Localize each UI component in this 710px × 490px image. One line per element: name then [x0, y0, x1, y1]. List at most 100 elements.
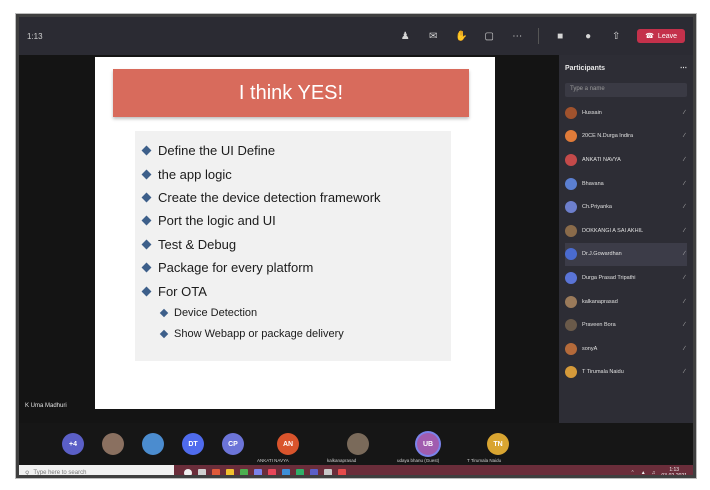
participant-video-tile[interactable]: kalkanaprasad — [323, 425, 393, 463]
participant-row[interactable]: Praveen Bora ∕ — [565, 313, 687, 337]
participant-tile[interactable]: DT — [173, 425, 213, 463]
participant-row[interactable]: Bhavana ∕ — [565, 172, 687, 196]
avatar: TN — [487, 433, 509, 455]
file-explorer-icon[interactable] — [226, 469, 234, 475]
participant-search-input[interactable]: Type a name — [565, 83, 687, 97]
chat-icon[interactable]: ✉ — [426, 30, 440, 42]
participant-tile[interactable] — [93, 425, 133, 463]
app-icon[interactable] — [268, 469, 276, 475]
mic-muted-icon: ∕ — [683, 109, 685, 116]
mic-muted-icon: ∕ — [683, 251, 685, 258]
mic-muted-icon: ∕ — [683, 180, 685, 187]
participant-tile-name: udaya bhanu (Guest) — [397, 458, 440, 463]
avatar — [102, 433, 124, 455]
avatar — [565, 177, 577, 190]
avatar — [565, 106, 577, 119]
participant-tile[interactable] — [133, 425, 173, 463]
mic-muted-icon: ∕ — [683, 322, 685, 329]
mic-muted-icon: ∕ — [683, 298, 685, 305]
panel-more-icon[interactable]: ⋯ — [680, 64, 687, 72]
bullet-diamond-icon — [141, 169, 152, 180]
mic-muted-icon: ∕ — [683, 204, 685, 211]
rooms-icon[interactable]: ▢ — [482, 30, 496, 42]
avatar — [565, 342, 577, 355]
participant-row[interactable]: sonyA ∕ — [565, 337, 687, 361]
participant-tile[interactable]: +4 — [53, 425, 93, 463]
participant-video-tile[interactable]: AN ANKATI NAVYA — [253, 425, 323, 463]
bullet-diamond-icon — [141, 286, 152, 296]
mic-muted-icon: ∕ — [683, 345, 685, 352]
participant-name: ANKATI NAVYA — [582, 156, 621, 163]
participant-row[interactable]: DOKKANGI A SAI AKHIL ∕ — [565, 219, 687, 243]
avatar: +4 — [62, 433, 84, 455]
app-icon[interactable] — [282, 469, 290, 475]
taskbar-clock[interactable]: 1:13 03-02-2021 — [661, 467, 687, 475]
participant-row[interactable]: Durga Prasad Tripathi ∕ — [565, 266, 687, 290]
taskbar-search-input[interactable]: ⚲ Type here to search — [19, 465, 174, 477]
leave-label: Leave — [657, 32, 677, 40]
mic-icon[interactable]: ● — [581, 30, 595, 42]
camera-icon[interactable]: ■ — [553, 30, 567, 42]
app-icon[interactable] — [338, 469, 346, 475]
chevron-up-icon[interactable]: ⌃ — [631, 470, 635, 475]
system-tray: ⌃ ▲ ♫ 1:13 03-02-2021 — [631, 467, 693, 475]
participant-row[interactable]: T Tirumala Naidu ∕ — [565, 361, 687, 385]
avatar — [565, 248, 577, 261]
avatar — [565, 271, 577, 284]
search-icon: ⚲ — [25, 470, 30, 477]
mic-muted-icon: ∕ — [683, 133, 685, 140]
avatar — [565, 366, 577, 379]
bullet-diamond-icon — [141, 192, 152, 203]
leave-button[interactable]: ☎ Leave — [637, 29, 685, 43]
participant-name: DOKKANGI A SAI AKHIL — [582, 227, 644, 234]
participant-name: Praveen Bora — [582, 322, 616, 329]
mic-muted-icon: ∕ — [683, 156, 685, 163]
presenter-name: K Uma Madhuri — [25, 403, 67, 409]
avatar — [565, 319, 577, 332]
app-icon[interactable] — [296, 469, 304, 475]
avatar — [565, 224, 577, 237]
app-icon[interactable] — [254, 469, 262, 475]
participant-name: T Tirumala Naidu — [582, 369, 624, 376]
share-icon[interactable]: ⇧ — [609, 30, 623, 42]
network-icon[interactable]: ▲ — [641, 470, 646, 475]
bullet-diamond-icon — [141, 262, 152, 273]
participant-name: Hussain — [582, 109, 602, 116]
task-view-icon[interactable] — [198, 469, 206, 475]
hand-icon[interactable]: ✋ — [454, 30, 468, 42]
bullet-diamond-icon — [141, 215, 152, 226]
participant-tile[interactable]: CP — [213, 425, 253, 463]
teams-icon[interactable] — [310, 469, 318, 475]
cortana-icon[interactable] — [184, 469, 192, 475]
volume-icon[interactable]: ♫ — [652, 470, 656, 475]
app-icon[interactable] — [324, 469, 332, 475]
avatar — [565, 201, 577, 214]
slide-bullet: Create the device detection framework — [141, 186, 443, 209]
participant-video-tile[interactable]: UB udaya bhanu (Guest) — [393, 425, 463, 463]
bullet-diamond-icon — [159, 308, 169, 318]
slide-bullet: Port the logic and UI — [141, 209, 443, 232]
participant-row[interactable]: kalkanaprasad ∕ — [565, 290, 687, 314]
avatar — [565, 295, 577, 308]
more-icon[interactable]: ⋯ — [510, 30, 524, 42]
participant-row[interactable]: ANKATI NAVYA ∕ — [565, 148, 687, 172]
participant-name: Ch.Priyanka — [582, 204, 612, 211]
slide-bullet: For OTA — [141, 279, 443, 302]
taskbar-search-placeholder: Type here to search — [33, 470, 87, 476]
participant-tile-name: T Tirumala Naidu — [467, 458, 502, 463]
participant-name: kalkanaprasad — [582, 298, 618, 305]
slide-bullet: the app logic — [141, 162, 443, 185]
mic-muted-icon: ∕ — [683, 274, 685, 281]
participant-row[interactable]: Dr.J.Gowardhan ∕ — [565, 242, 687, 267]
shared-screen: I think YES! Define the UI Define the ap… — [19, 55, 559, 423]
people-icon[interactable]: ♟ — [398, 30, 412, 42]
participants-header: Participants ⋯ — [565, 61, 687, 75]
participant-row[interactable]: Ch.Priyanka ∕ — [565, 195, 687, 219]
participant-video-tile[interactable]: TN T Tirumala Naidu — [463, 425, 533, 463]
participant-row[interactable]: 20CE N.Durga Indira ∕ — [565, 125, 687, 149]
app-icon[interactable] — [212, 469, 220, 475]
participant-name: Dr.J.Gowardhan — [582, 251, 622, 258]
participant-row[interactable]: Hussain ∕ — [565, 101, 687, 125]
participant-name: Bhavana — [582, 180, 604, 187]
app-icon[interactable] — [240, 469, 248, 475]
